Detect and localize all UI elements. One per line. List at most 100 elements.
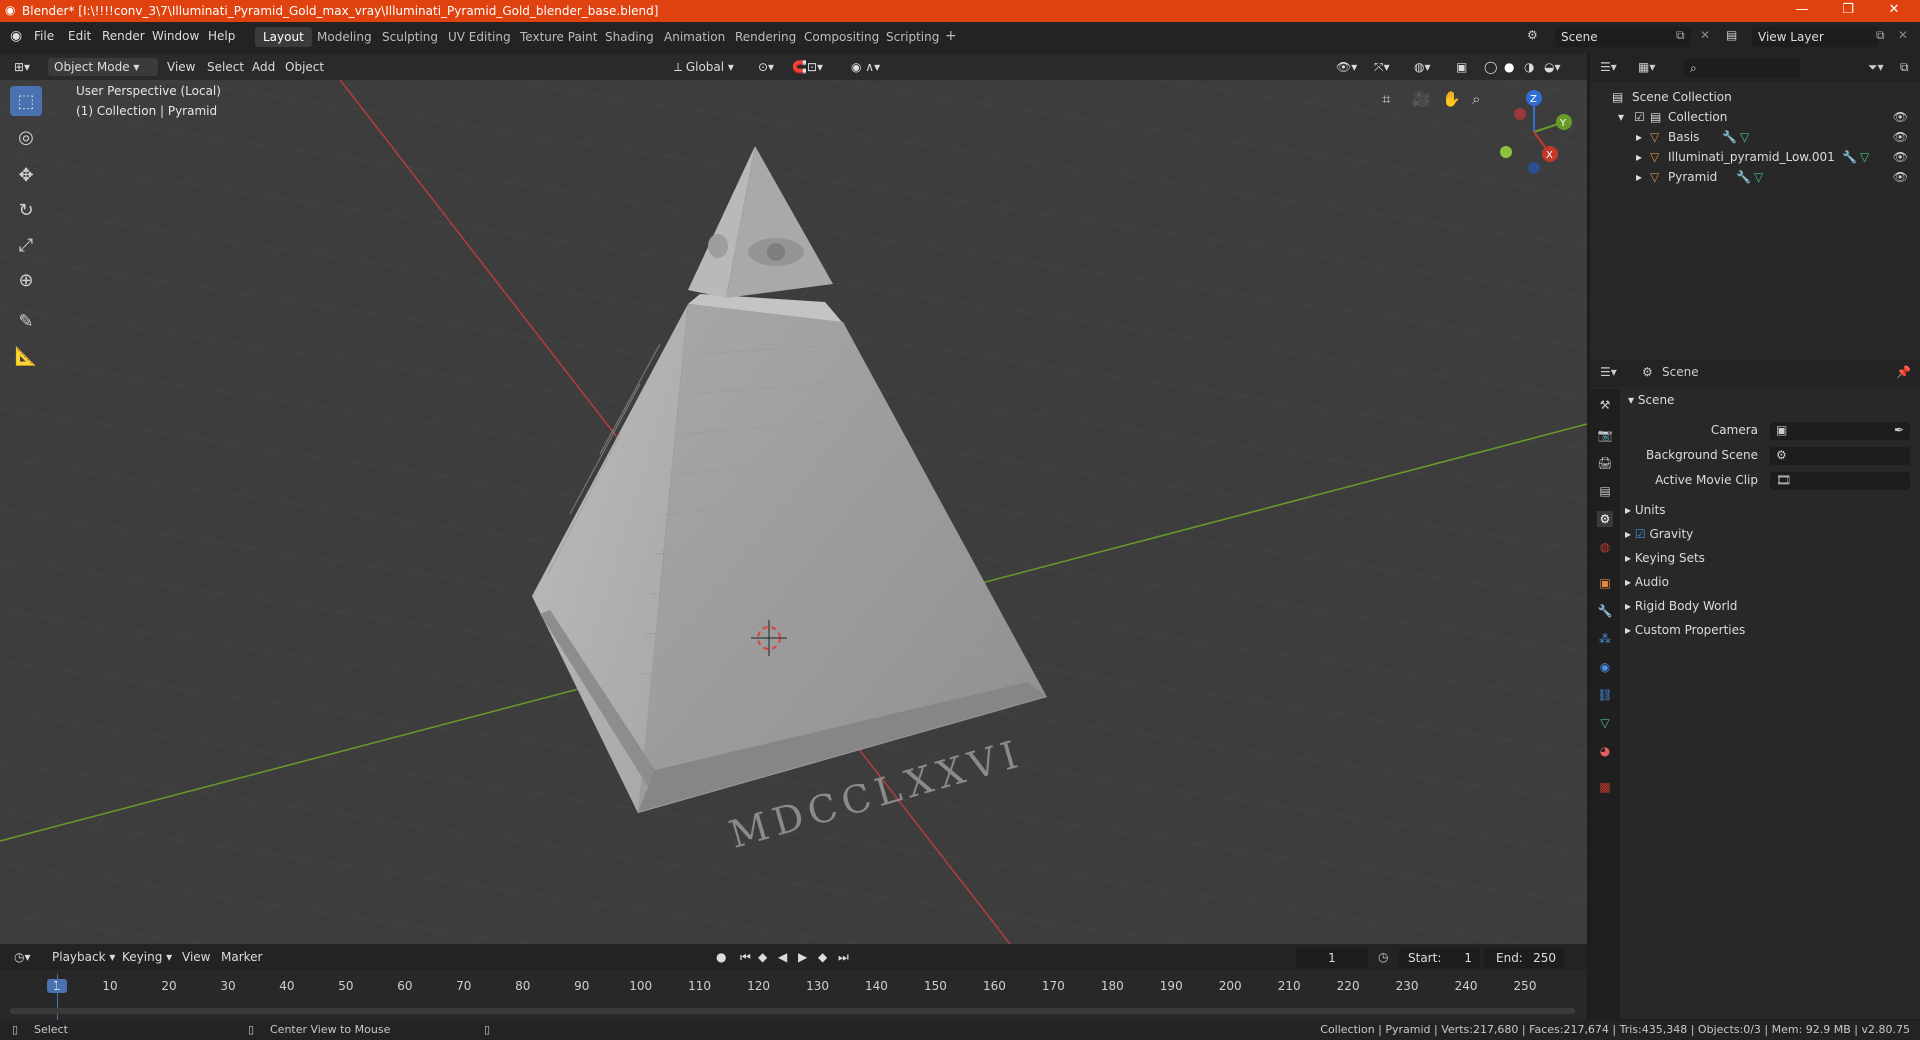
camera-field[interactable]: ▣ ✒ [1770, 422, 1910, 440]
display-mode-icon[interactable]: ▦▾ [1638, 60, 1655, 74]
modifier-icon[interactable]: 🔧 [1722, 127, 1737, 147]
texture-tab-icon[interactable]: ▩ [1597, 779, 1613, 795]
view-layer-field[interactable]: View Layer [1752, 27, 1878, 47]
tab-sculpting[interactable]: Sculpting [374, 27, 446, 47]
zoom-view-icon[interactable]: ⌕ [1472, 90, 1480, 108]
eye-icon[interactable]: 👁 [1893, 147, 1908, 167]
tab-animation[interactable]: Animation [656, 27, 733, 47]
mode-dropdown[interactable]: Object Mode ▾ [48, 58, 158, 76]
delete-view-layer-icon[interactable]: ✕ [1898, 28, 1908, 42]
tab-texture-paint[interactable]: Texture Paint [512, 27, 605, 47]
annotate-tool-icon[interactable]: ✎ [10, 306, 42, 336]
scale-tool-icon[interactable]: ⤢ [10, 230, 42, 260]
add-workspace-icon[interactable]: + [945, 28, 957, 44]
move-tool-icon[interactable]: ✥ [10, 160, 42, 190]
rendered-shading-icon[interactable]: ◒▾ [1538, 58, 1567, 76]
outliner-row-collection[interactable]: ▾ ☑ ▤ Collection 👁 [1590, 107, 1920, 127]
rotate-tool-icon[interactable]: ↻ [10, 195, 42, 225]
timeline-scrollbar[interactable] [10, 1008, 1575, 1014]
viewport-menu-object[interactable]: Object [279, 58, 330, 76]
tab-layout[interactable]: Layout [255, 27, 312, 47]
viewport-menu-add[interactable]: Add [246, 58, 281, 76]
eye-icon[interactable]: 👁 [1893, 107, 1908, 127]
mesh-data-icon[interactable]: ▽ [1754, 167, 1763, 187]
physics-tab-icon[interactable]: ◉ [1597, 659, 1613, 675]
background-scene-field[interactable]: ⚙ [1770, 447, 1910, 465]
select-box-tool-icon[interactable]: ⬚ [10, 86, 42, 116]
editor-type-icon[interactable]: ⊞▾ [8, 58, 36, 76]
tab-modeling[interactable]: Modeling [309, 27, 380, 47]
expand-arrow-icon[interactable]: ▸ [1636, 127, 1642, 147]
snap-icon[interactable]: 🧲⊡▾ [786, 58, 829, 76]
expand-arrow-icon[interactable]: ▾ [1618, 107, 1624, 127]
gravity-panel-header[interactable]: ▸ ☑ Gravity [1625, 527, 1693, 541]
outliner-search-input[interactable]: ⌕ [1684, 58, 1800, 78]
eye-icon[interactable]: 👁 [1893, 127, 1908, 147]
object-tab-icon[interactable]: ▣ [1597, 575, 1613, 591]
rigid-body-world-panel-header[interactable]: ▸ Rigid Body World [1625, 599, 1737, 613]
keying-sets-panel-header[interactable]: ▸ Keying Sets [1625, 551, 1705, 565]
tab-rendering[interactable]: Rendering [727, 27, 804, 47]
maximize-button[interactable]: ❐ [1828, 2, 1868, 17]
menu-help[interactable]: Help [208, 29, 235, 43]
camera-view-icon[interactable]: 🎥 [1412, 90, 1431, 108]
pivot-point-icon[interactable]: ⊙▾ [752, 58, 780, 76]
mesh-data-icon[interactable]: ▽ [1740, 127, 1749, 147]
transform-tool-icon[interactable]: ⊕ [10, 265, 42, 295]
xray-icon[interactable]: ▣ [1450, 58, 1473, 76]
scene-section-header[interactable]: ▾ Scene [1628, 393, 1674, 407]
outliner-editor-icon[interactable]: ☰▾ [1600, 60, 1617, 74]
tab-shading[interactable]: Shading [597, 27, 662, 47]
material-tab-icon[interactable]: ◕ [1597, 743, 1613, 759]
modifier-tab-icon[interactable]: 🔧 [1597, 603, 1613, 619]
viewport-menu-select[interactable]: Select [201, 58, 250, 76]
proportional-editing-icon[interactable]: ◉ ∧▾ [845, 58, 886, 76]
audio-panel-header[interactable]: ▸ Audio [1625, 575, 1669, 589]
expand-arrow-icon[interactable]: ▸ [1636, 167, 1642, 187]
visibility-icon[interactable]: 👁▾ [1330, 58, 1363, 76]
new-collection-icon[interactable]: ⧉ [1900, 60, 1909, 75]
3d-viewport[interactable]: MDCCLXXVI User Perspective (Local) (1) C… [0, 54, 1587, 944]
tab-uv-editing[interactable]: UV Editing [440, 27, 519, 47]
outliner-row-basis[interactable]: ▸ ▽ Basis 🔧 ▽ 👁 [1590, 127, 1920, 147]
menu-window[interactable]: Window [152, 29, 199, 43]
measure-tool-icon[interactable]: 📐 [10, 341, 42, 371]
units-panel-header[interactable]: ▸ Units [1625, 503, 1666, 517]
pan-view-icon[interactable]: ✋ [1442, 90, 1461, 108]
viewport-menu-view[interactable]: View [161, 58, 201, 76]
tool-tab-icon[interactable]: ⚒ [1597, 397, 1613, 413]
scene-selector-icon[interactable]: ⚙ [1527, 28, 1538, 42]
menu-file[interactable]: File [34, 29, 54, 43]
gizmo-toggle-icon[interactable]: ⤧▾ [1368, 58, 1396, 76]
pin-icon[interactable]: 📌 [1896, 365, 1911, 379]
gravity-checkbox[interactable]: ☑ [1635, 527, 1646, 541]
navigation-gizmo[interactable]: Z Y X [1490, 84, 1580, 184]
eye-icon[interactable]: 👁 [1893, 167, 1908, 187]
world-tab-icon[interactable]: ◍ [1597, 539, 1613, 555]
mesh-data-icon[interactable]: ▽ [1860, 147, 1869, 167]
active-movie-clip-field[interactable]: 🎞 [1770, 472, 1910, 490]
close-button[interactable]: ✕ [1874, 2, 1914, 17]
view-layer-icon[interactable]: ▤ [1726, 28, 1737, 42]
constraints-tab-icon[interactable]: ⛓ [1597, 687, 1613, 703]
menu-render[interactable]: Render [102, 29, 145, 43]
collection-checkbox[interactable]: ☑ [1634, 107, 1645, 127]
custom-properties-panel-header[interactable]: ▸ Custom Properties [1625, 623, 1745, 637]
modifier-icon[interactable]: 🔧 [1842, 147, 1857, 167]
outliner-row-illuminati-low[interactable]: ▸ ▽ Illuminati_pyramid_Low.001 🔧 ▽ 👁 [1590, 147, 1920, 167]
new-scene-icon[interactable]: ⧉ [1676, 28, 1685, 43]
cursor-tool-icon[interactable]: ◎ [10, 122, 42, 152]
filter-icon[interactable]: ⏷▾ [1868, 60, 1884, 75]
outliner-row-pyramid[interactable]: ▸ ▽ Pyramid 🔧 ▽ 👁 [1590, 167, 1920, 187]
minimize-button[interactable]: — [1782, 2, 1822, 17]
scene-name-field[interactable]: Scene [1555, 27, 1691, 47]
scene-tab-icon[interactable]: ⚙ [1597, 511, 1613, 527]
new-view-layer-icon[interactable]: ⧉ [1876, 28, 1885, 43]
data-tab-icon[interactable]: ▽ [1597, 715, 1613, 731]
blender-menu-icon[interactable]: ◉ [10, 28, 22, 44]
expand-arrow-icon[interactable]: ▸ [1636, 147, 1642, 167]
toggle-camera-view-icon[interactable]: ⌗ [1382, 90, 1390, 108]
particles-tab-icon[interactable]: ⁂ [1597, 631, 1613, 647]
orientation-dropdown[interactable]: ⟂ Global ▾ [668, 58, 740, 76]
menu-edit[interactable]: Edit [68, 29, 91, 43]
